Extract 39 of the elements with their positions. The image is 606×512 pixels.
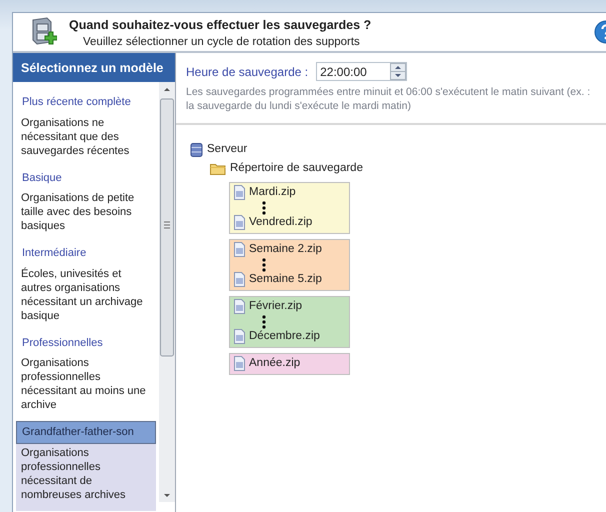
file-name: Décembre.zip <box>249 328 320 344</box>
tree-node-label: Serveur <box>207 142 248 157</box>
model-title[interactable]: Plus récente complète <box>16 91 156 114</box>
file-icon <box>234 299 245 314</box>
file-name: Mardi.zip <box>249 184 296 200</box>
file-name: Année.zip <box>249 356 300 371</box>
file-icon <box>234 242 245 257</box>
time-label: Heure de sauvegarde : <box>186 64 308 80</box>
file-icon <box>234 272 245 287</box>
page-title: Quand souhaitez-vous effectuer les sauvegardes ? <box>69 18 372 33</box>
model-title[interactable]: Basique <box>16 166 156 189</box>
model-description: Écoles, univesités et autres organisations nécessitant un archivage basique <box>20 266 144 324</box>
file-icon <box>234 329 245 344</box>
time-spinner[interactable]: 22:00:00 <box>316 62 408 81</box>
model-title[interactable]: Grandfather-father-son <box>16 421 156 444</box>
file-name: Vendredi.zip <box>249 214 312 230</box>
model-description: Organisations professionnelles nécessitant au moins une archive <box>20 356 147 413</box>
model-title[interactable]: Intermédiaire <box>16 242 156 264</box>
ellipsis-icon <box>262 314 266 328</box>
model-description: Organisations ne nécessitant que des sauvegardes récentes <box>20 116 130 158</box>
model-description: Organisations professionnelles nécessitant de nombreuses archives <box>16 444 156 510</box>
ellipsis-icon <box>262 200 266 214</box>
model-description: Organisations de petite taille avec des besoins basiques <box>20 191 136 234</box>
page-subtitle: Veuillez sélectionner un cycle de rotation des supports <box>83 35 361 49</box>
file-icon <box>234 185 245 200</box>
model-title[interactable]: Professionnelles <box>16 332 156 354</box>
scrollbar-drawing[interactable] <box>159 82 175 502</box>
server-icon <box>190 142 203 157</box>
file-name: Semaine 2.zip <box>249 242 322 257</box>
ellipsis-icon <box>262 258 266 272</box>
schedule-note: Les sauvegardes programmées entre minuit et 06:00 s'exécutent le matin suivant (ex. : la sauvegarde du lundi s'exécute le mardi matin) <box>186 85 592 113</box>
file-icon <box>234 215 245 230</box>
panel-header: Sélectionnez un modèle <box>13 53 175 82</box>
file-name: Février.zip <box>249 298 302 314</box>
file-icon <box>234 356 245 371</box>
folder-icon <box>210 162 226 176</box>
spinner-arrows-icon[interactable] <box>390 63 406 80</box>
tree-node-label: Répertoire de sauvegarde <box>230 161 363 176</box>
file-name: Semaine 5.zip <box>249 272 322 287</box>
